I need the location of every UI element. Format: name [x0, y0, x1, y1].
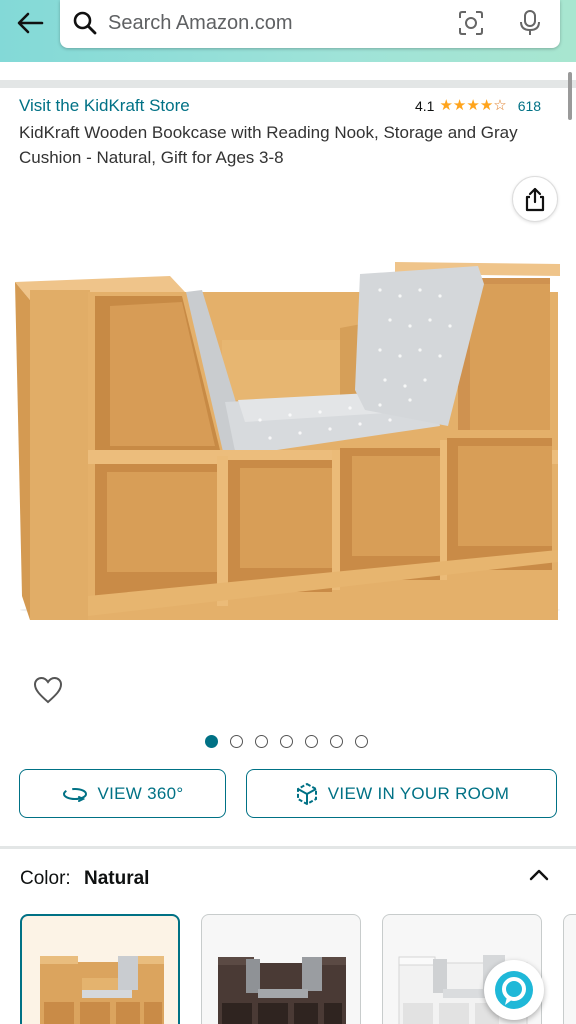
star-empty-icon: ☆	[493, 97, 507, 114]
swatch-espresso-image	[218, 957, 346, 1024]
alexa-icon	[495, 971, 533, 1009]
pagination-dot[interactable]	[280, 735, 293, 748]
pagination-dot[interactable]	[230, 735, 243, 748]
product-title: KidKraft Wooden Bookcase with Reading No…	[19, 123, 518, 167]
search-box[interactable]	[60, 0, 560, 48]
view-in-room-label: VIEW IN YOUR ROOM	[327, 783, 510, 803]
pagination-dot[interactable]	[205, 735, 218, 748]
rating-value: 4.1	[415, 98, 435, 114]
collapse-color-button[interactable]	[526, 864, 552, 886]
swatch-natural[interactable]	[20, 914, 180, 1024]
chevron-up-icon	[529, 869, 549, 881]
star-icon: ★	[479, 97, 494, 114]
top-bar	[0, 0, 576, 62]
microphone-icon[interactable]	[518, 9, 542, 37]
pagination-dot[interactable]	[355, 735, 368, 748]
pagination-dot[interactable]	[305, 735, 318, 748]
view-in-room-button[interactable]: VIEW IN YOUR ROOM	[246, 769, 557, 818]
view-360-label: VIEW 360°	[97, 783, 184, 803]
color-label: Color:	[20, 868, 71, 889]
star-icon: ★	[452, 97, 467, 114]
alexa-button[interactable]	[484, 960, 544, 1020]
back-arrow-icon	[17, 12, 44, 34]
rating-count[interactable]: 618	[518, 98, 541, 114]
star-icon: ★	[439, 97, 453, 114]
view-360-button[interactable]: VIEW 360°	[19, 769, 226, 818]
heart-icon	[33, 676, 63, 704]
image-pagination	[205, 735, 368, 748]
camera-lens-icon[interactable]	[458, 10, 484, 36]
color-value: Natural	[83, 868, 150, 889]
pagination-dot[interactable]	[255, 735, 268, 748]
section-divider	[0, 846, 576, 849]
share-icon	[525, 187, 545, 212]
rotate-360-icon	[63, 787, 88, 802]
search-input[interactable]	[108, 6, 438, 40]
search-icon	[73, 11, 97, 35]
section-divider	[0, 80, 576, 88]
color-selector-header: Color: Natural	[20, 868, 149, 890]
swatch-natural-image	[40, 956, 164, 1024]
product-image[interactable]	[0, 250, 576, 630]
visit-store-link[interactable]: Visit the KidKraft Store	[19, 96, 190, 116]
swatch-espresso[interactable]	[201, 914, 361, 1024]
share-button[interactable]	[512, 176, 558, 222]
swatch-more[interactable]	[563, 914, 576, 1024]
wishlist-button[interactable]	[30, 672, 66, 708]
back-button[interactable]	[12, 8, 48, 38]
star-rating: ★ ★ ★ ★ ☆	[439, 98, 506, 114]
pagination-dot[interactable]	[330, 735, 343, 748]
star-icon: ★	[466, 97, 480, 114]
cube-ar-icon	[296, 782, 317, 805]
rating-summary[interactable]: 4.1 ★ ★ ★ ★ ☆ 618	[415, 98, 541, 115]
scrollbar[interactable]	[568, 72, 572, 120]
